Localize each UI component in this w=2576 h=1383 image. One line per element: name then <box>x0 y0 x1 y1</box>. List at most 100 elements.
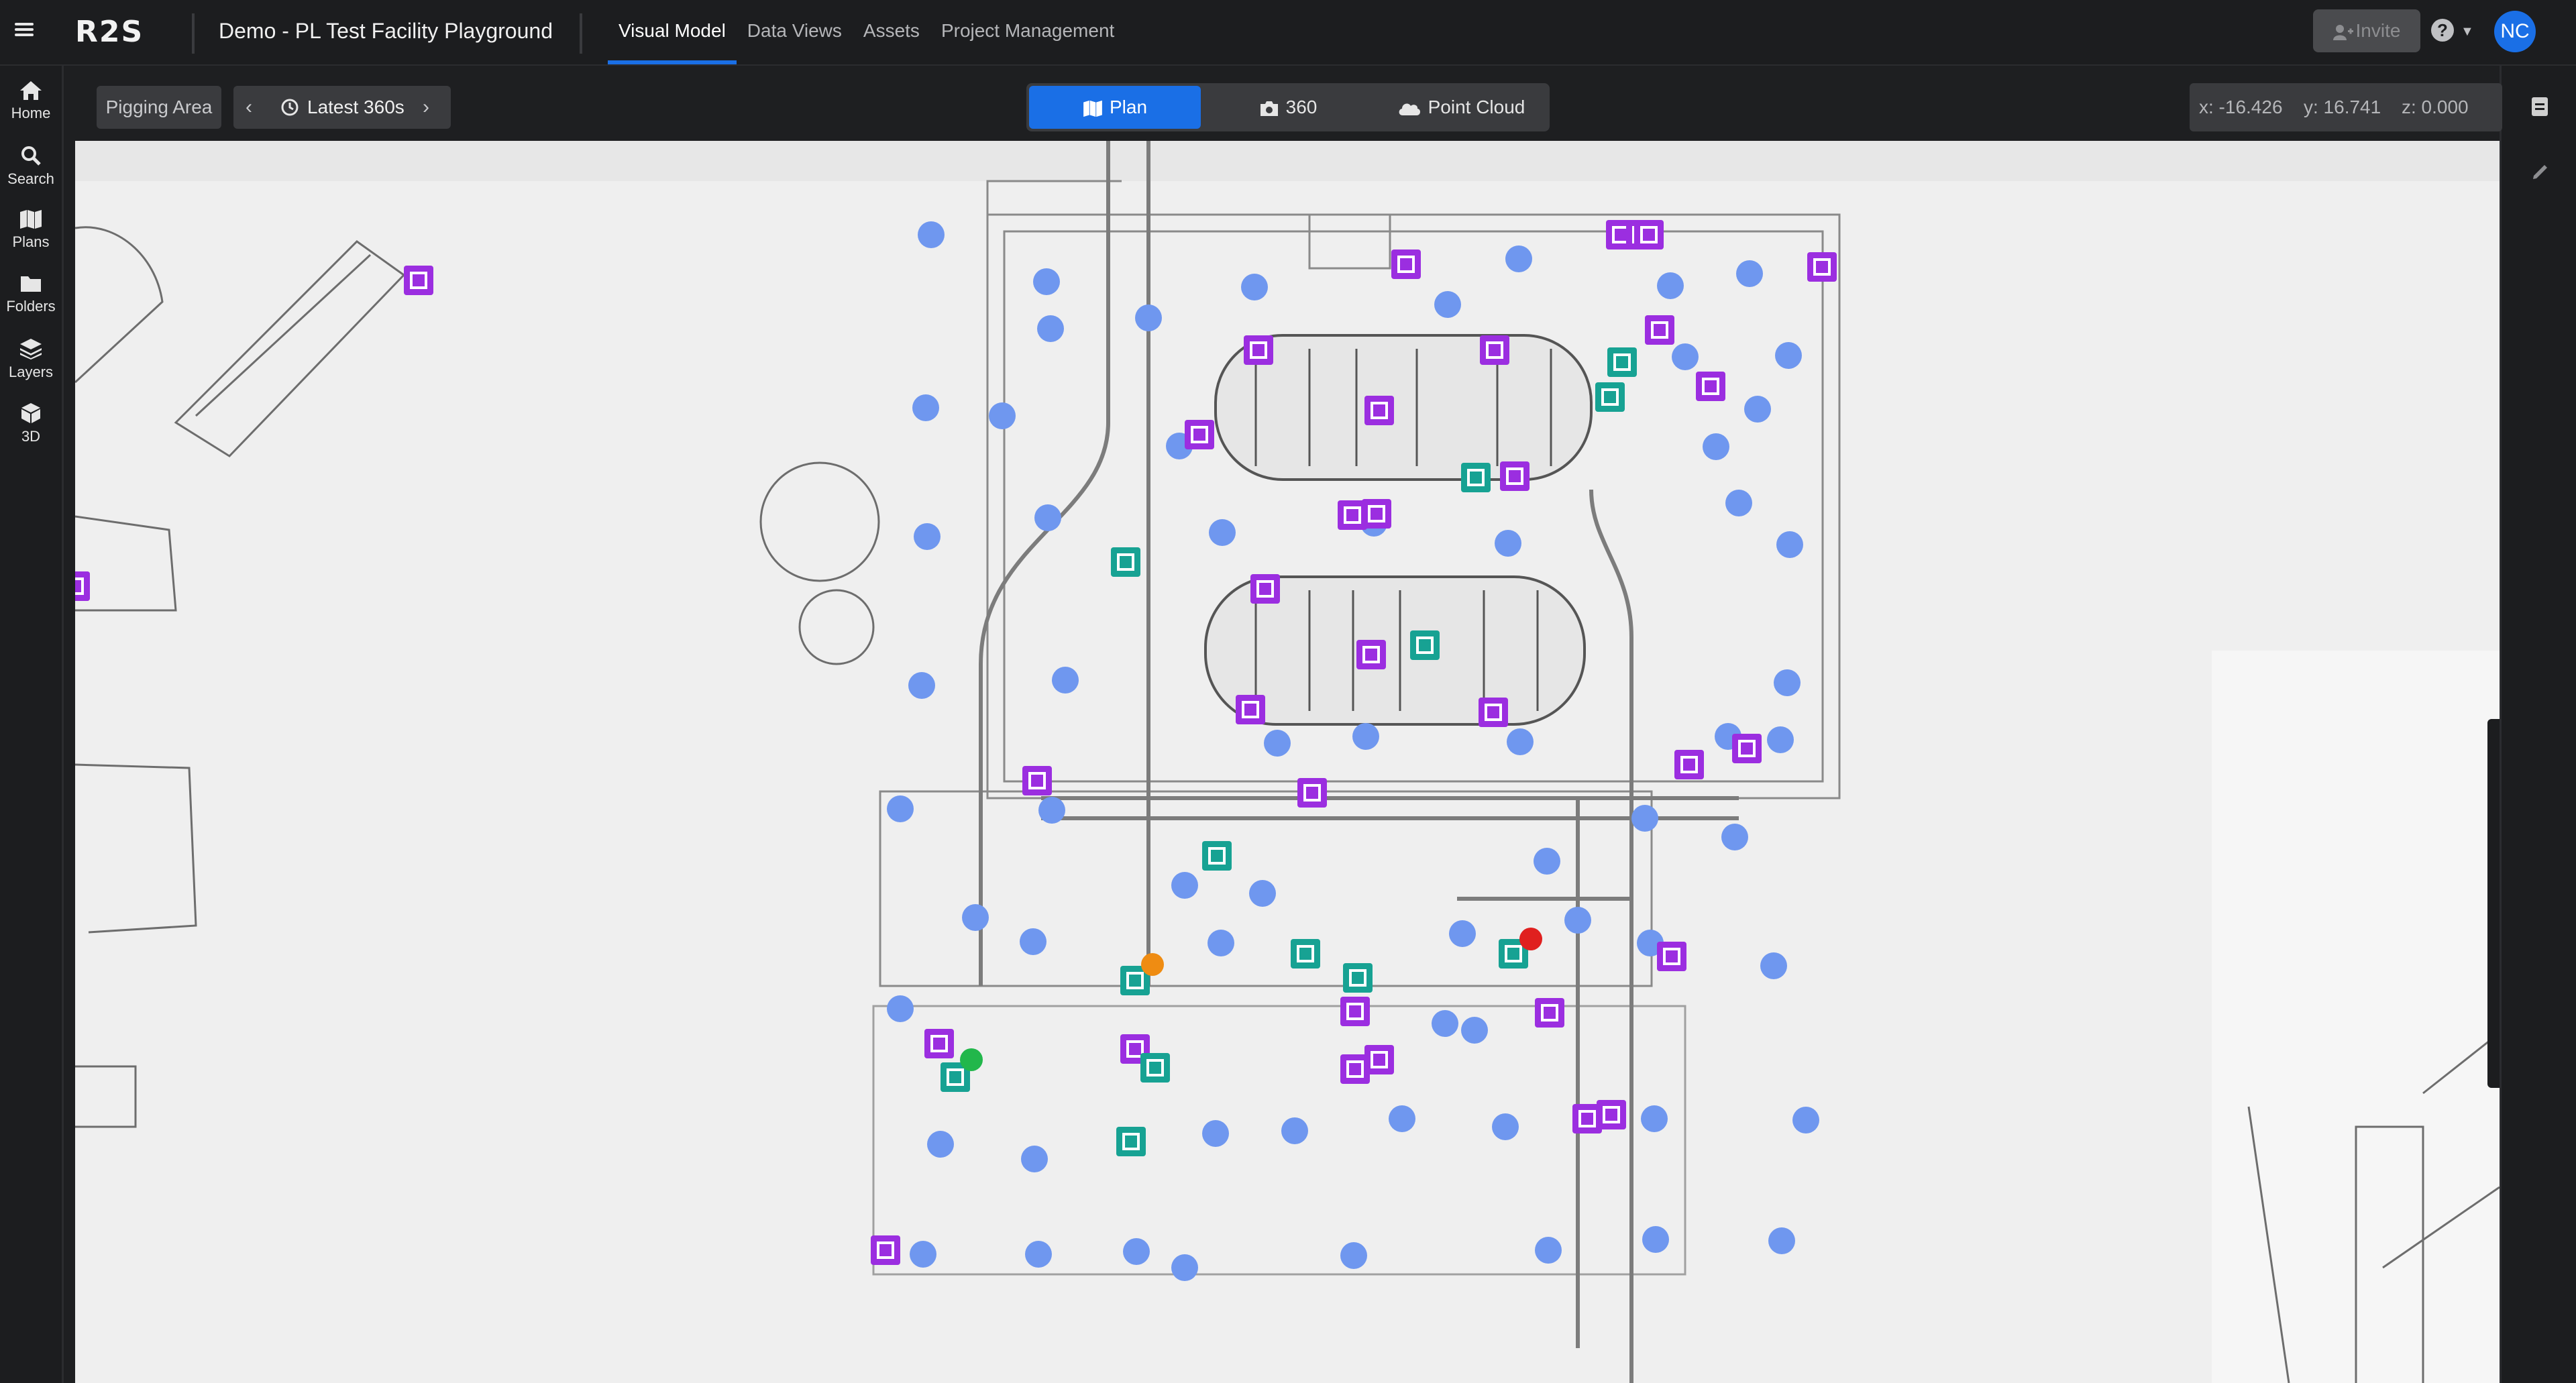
checklist-marker-icon[interactable] <box>1607 347 1637 377</box>
tab-assets[interactable]: Assets <box>853 0 930 64</box>
issue-marker-icon[interactable] <box>1244 335 1273 365</box>
capture-point-icon[interactable] <box>1775 342 1802 369</box>
pencil-icon[interactable] <box>2531 161 2551 184</box>
capture-point-icon[interactable] <box>1642 1226 1669 1253</box>
capture-point-icon[interactable] <box>1760 952 1787 979</box>
avatar[interactable]: NC <box>2494 11 2536 52</box>
capture-point-icon[interactable] <box>1721 824 1748 850</box>
status-dot-icon[interactable] <box>960 1048 983 1071</box>
capture-point-icon[interactable] <box>1034 504 1061 531</box>
capture-point-icon[interactable] <box>1264 730 1291 757</box>
capture-point-icon[interactable] <box>1025 1241 1052 1268</box>
capture-point-icon[interactable] <box>1507 728 1534 755</box>
checklist-marker-icon[interactable] <box>1140 1053 1170 1083</box>
issue-marker-icon[interactable] <box>1645 315 1674 345</box>
invite-button[interactable]: Invite <box>2313 9 2420 52</box>
capture-point-icon[interactable] <box>1461 1017 1488 1044</box>
issue-marker-icon[interactable] <box>1022 766 1052 795</box>
tag-marker-icon[interactable] <box>1500 461 1529 491</box>
tag-marker-icon[interactable] <box>1364 396 1394 425</box>
checklist-marker-icon[interactable] <box>1202 841 1232 871</box>
chevron-down-icon[interactable]: ▼ <box>2461 24 2474 40</box>
capture-point-icon[interactable] <box>1564 907 1591 934</box>
capture-point-icon[interactable] <box>1241 274 1268 300</box>
checklist-marker-icon[interactable] <box>1595 382 1625 412</box>
capture-point-icon[interactable] <box>1123 1238 1150 1265</box>
capture-point-icon[interactable] <box>1672 343 1699 370</box>
capture-point-icon[interactable] <box>1434 291 1461 318</box>
status-dot-icon[interactable] <box>1519 928 1542 950</box>
issue-marker-icon[interactable] <box>1480 335 1509 365</box>
capture-point-icon[interactable] <box>1535 1237 1562 1264</box>
capture-point-icon[interactable] <box>887 795 914 822</box>
capture-point-icon[interactable] <box>1792 1107 1819 1133</box>
capture-point-icon[interactable] <box>1208 930 1234 956</box>
capture-point-icon[interactable] <box>1249 880 1276 907</box>
tag-marker-icon[interactable] <box>1364 1045 1394 1074</box>
checklist-marker-icon[interactable] <box>1461 463 1491 492</box>
checklist-marker-icon[interactable] <box>1116 1127 1146 1156</box>
capture-point-icon[interactable] <box>1389 1105 1415 1132</box>
issue-marker-icon[interactable] <box>1391 250 1421 279</box>
capture-label[interactable]: Latest 360s <box>307 86 405 129</box>
capture-point-icon[interactable] <box>914 523 941 550</box>
sidebar-item-folders[interactable]: Folders <box>0 274 62 315</box>
app-logo[interactable]: R2S <box>75 15 144 49</box>
capture-point-icon[interactable] <box>908 672 935 699</box>
view-mode-point-cloud[interactable]: Point Cloud <box>1375 86 1547 129</box>
checklist-marker-icon[interactable] <box>1291 939 1320 969</box>
capture-point-icon[interactable] <box>1641 1105 1668 1132</box>
floor-plan[interactable] <box>75 141 2500 1383</box>
tag-marker-icon[interactable] <box>1634 220 1664 250</box>
capture-point-icon[interactable] <box>912 394 939 421</box>
capture-point-icon[interactable] <box>1768 1227 1795 1254</box>
capture-point-icon[interactable] <box>1135 305 1162 331</box>
capture-point-icon[interactable] <box>1657 272 1684 299</box>
document-icon[interactable] <box>2531 97 2548 120</box>
tag-marker-icon[interactable] <box>1340 997 1370 1026</box>
capture-point-icon[interactable] <box>1037 315 1064 342</box>
capture-point-icon[interactable] <box>1352 723 1379 750</box>
capture-point-icon[interactable] <box>1449 920 1476 947</box>
capture-point-icon[interactable] <box>1340 1242 1367 1269</box>
capture-point-icon[interactable] <box>989 402 1016 429</box>
capture-point-icon[interactable] <box>1767 726 1794 753</box>
tag-marker-icon[interactable] <box>924 1029 954 1058</box>
capture-point-icon[interactable] <box>1021 1146 1048 1172</box>
menu-icon[interactable] <box>15 20 34 39</box>
capture-point-icon[interactable] <box>1703 433 1729 460</box>
capture-point-icon[interactable] <box>1171 1254 1198 1281</box>
area-selector[interactable]: Pigging Area <box>97 86 221 129</box>
view-mode-plan[interactable]: Plan <box>1029 86 1201 129</box>
sidebar-item-layers[interactable]: Layers <box>0 338 62 381</box>
status-dot-icon[interactable] <box>1141 953 1164 976</box>
tag-marker-icon[interactable] <box>1535 998 1564 1028</box>
capture-point-icon[interactable] <box>1202 1120 1229 1147</box>
issue-marker-icon[interactable] <box>1479 698 1508 727</box>
capture-point-icon[interactable] <box>1171 872 1198 899</box>
tag-marker-icon[interactable] <box>1356 640 1386 669</box>
capture-point-icon[interactable] <box>1432 1010 1458 1037</box>
help-icon[interactable]: ? <box>2431 19 2454 42</box>
capture-point-icon[interactable] <box>1631 805 1658 832</box>
issue-marker-icon[interactable] <box>1696 372 1725 401</box>
issue-marker-icon[interactable] <box>1674 750 1704 779</box>
chevron-left-icon[interactable]: ‹ <box>246 86 252 129</box>
capture-point-icon[interactable] <box>1725 490 1752 516</box>
sidebar-item-search[interactable]: Search <box>0 145 62 188</box>
capture-point-icon[interactable] <box>1774 669 1801 696</box>
sidebar-item-home[interactable]: Home <box>0 80 62 122</box>
issue-marker-icon[interactable] <box>1807 252 1837 282</box>
checklist-marker-icon[interactable] <box>1111 547 1140 577</box>
capture-point-icon[interactable] <box>1038 797 1065 824</box>
sidebar-item-3d[interactable]: 3D <box>0 402 62 445</box>
issue-marker-icon[interactable] <box>1185 420 1214 449</box>
issue-marker-icon[interactable] <box>1338 500 1367 530</box>
tab-visual-model[interactable]: Visual Model <box>608 0 737 64</box>
capture-point-icon[interactable] <box>887 995 914 1022</box>
capture-point-icon[interactable] <box>1052 667 1079 694</box>
checklist-marker-icon[interactable] <box>1410 630 1440 660</box>
capture-point-icon[interactable] <box>1492 1113 1519 1140</box>
tab-data-views[interactable]: Data Views <box>737 0 853 64</box>
capture-point-icon[interactable] <box>1505 245 1532 272</box>
